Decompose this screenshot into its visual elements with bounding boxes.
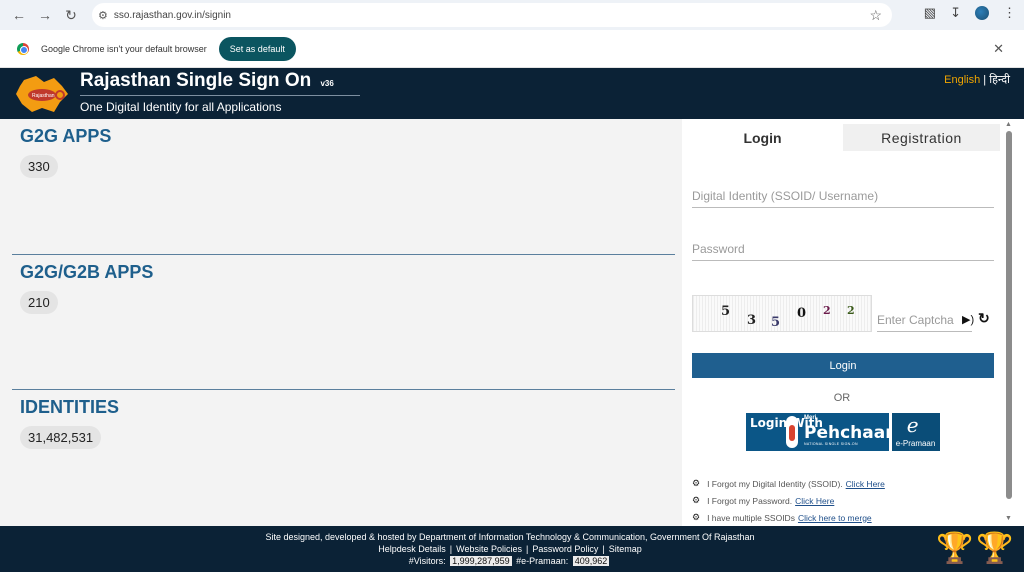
version-label: v36	[320, 79, 334, 88]
ssoid-input[interactable]	[692, 185, 994, 208]
pehchaan-subtext: NATIONAL SINGLE SIGN-ON	[804, 442, 858, 446]
password-input[interactable]	[692, 238, 994, 261]
stat-g2g-g2b-apps: G2G/G2B APPS 210	[12, 262, 675, 314]
tab-login[interactable]: Login	[682, 124, 843, 151]
epramaan-badge: e e-Pramaan	[891, 413, 940, 451]
meri-text: Meri	[804, 415, 817, 421]
stat-label: G2G/G2B APPS	[20, 262, 154, 282]
section-divider	[12, 389, 675, 390]
pehchaan-badge: Login With Meri Pehchaan NATIONAL SINGLE…	[746, 413, 897, 451]
epramaan-counter: 409,962	[572, 556, 610, 566]
gear-icon: ⚙	[692, 478, 701, 488]
gear-icon: ⚙	[692, 512, 701, 522]
sitemap-link[interactable]: Sitemap	[609, 544, 642, 554]
site-title-text: Rajasthan Single Sign On	[80, 70, 312, 91]
reload-icon[interactable]: ↻	[60, 4, 82, 26]
refresh-icon[interactable]: ↻	[978, 310, 990, 327]
trophy-icon: 🏆	[976, 532, 1014, 565]
speaker-icon[interactable]: ▶)	[962, 313, 974, 326]
help-text: I have multiple SSOIDs	[707, 512, 795, 523]
help-link-row: ⚙ I Forgot my Password. Click Here	[692, 492, 885, 509]
help-link-row: ⚙ I have multiple SSOIDs Click here to m…	[692, 509, 885, 526]
captcha-char: 0	[797, 306, 807, 321]
captcha-char: 5	[721, 304, 731, 319]
captcha-char: 3	[747, 313, 757, 328]
helpdesk-link[interactable]: Helpdesk Details	[378, 544, 446, 554]
download-icon[interactable]: ↧	[950, 5, 961, 21]
login-panel: Login Registration 5 3 5 0 2 2 ▶) ↻ Logi…	[682, 119, 1002, 526]
pehchaan-text: Pehchaan	[804, 423, 898, 443]
set-default-button[interactable]: Set as default	[218, 36, 296, 61]
login-button[interactable]: Login	[692, 353, 994, 378]
language-switcher: English | हिन्दी	[944, 72, 1010, 87]
password-policy-link[interactable]: Password Policy	[532, 544, 598, 554]
page-scrollbar[interactable]: ▲ ▼	[1002, 119, 1016, 526]
site-subtitle: One Digital Identity for all Application…	[80, 100, 282, 114]
captcha-char: 5	[771, 315, 781, 330]
site-header: Rajasthan Rajasthan Single Sign On v36 O…	[0, 68, 1024, 119]
scroll-up-icon[interactable]: ▲	[1005, 121, 1012, 128]
stats-panel: G2G APPS 330 G2G/G2B APPS 210 IDENTITIES…	[0, 119, 682, 526]
pehchaan-mark-icon	[786, 416, 798, 448]
arrow-right-icon[interactable]: →	[34, 4, 56, 26]
tab-registration[interactable]: Registration	[843, 124, 1000, 151]
chrome-logo-icon	[17, 42, 29, 55]
help-link-row: ⚙ I Forgot my Digital Identity (SSOID). …	[692, 475, 885, 492]
arrow-left-icon[interactable]: ←	[8, 4, 30, 26]
stat-g2g-apps: G2G APPS 330	[12, 126, 675, 178]
site-footer: Site designed, developed & hosted by Dep…	[0, 526, 1024, 572]
footer-credit: Site designed, developed & hosted by Dep…	[265, 532, 755, 542]
help-text: I Forgot my Password.	[707, 495, 793, 506]
section-divider	[12, 254, 675, 255]
toolbar-actions: ▧ ↧ ⋮	[924, 5, 1016, 21]
gear-icon: ⚙	[692, 495, 701, 505]
lang-separator: |	[983, 74, 987, 86]
infobar-message: Google Chrome isn't your default browser	[41, 43, 207, 54]
or-separator: OR	[833, 392, 851, 404]
lang-english-link[interactable]: English	[944, 74, 980, 86]
visitors-label: #Visitors:	[408, 556, 446, 566]
puzzle-icon[interactable]: ▧	[924, 5, 936, 21]
title-divider	[80, 95, 360, 96]
site-title: Rajasthan Single Sign On v36	[80, 70, 334, 92]
address-bar[interactable]: ⚙ sso.rajasthan.gov.in/signin ☆	[92, 3, 892, 27]
meri-pehchaan-login-button[interactable]: Login With Meri Pehchaan NATIONAL SINGLE…	[746, 413, 940, 451]
url-text: sso.rajasthan.gov.in/signin	[113, 9, 231, 21]
epramaan-e-logo-icon: e	[906, 413, 919, 437]
stat-label: G2G APPS	[20, 126, 112, 146]
star-icon[interactable]: ☆	[869, 7, 882, 24]
footer-counters: #Visitors: 1,999,287,959 #e-Pramaan: 409…	[0, 556, 1020, 566]
trophy-icon: 🏆	[936, 532, 974, 565]
visitors-counter: 1,999,287,959	[450, 556, 512, 566]
help-text: I Forgot my Digital Identity (SSOID).	[707, 478, 843, 489]
forgot-ssoid-link[interactable]: Click Here	[846, 479, 885, 489]
profile-avatar-icon[interactable]	[975, 6, 989, 20]
forgot-password-link[interactable]: Click Here	[795, 496, 834, 506]
scroll-down-icon[interactable]: ▼	[1005, 515, 1012, 522]
rajasthan-logo-icon[interactable]: Rajasthan	[14, 74, 70, 114]
svg-text:Rajasthan: Rajasthan	[32, 93, 55, 99]
captcha-input[interactable]	[877, 309, 972, 332]
close-icon[interactable]: ✕	[993, 41, 1004, 57]
browser-toolbar: ← → ↻ ⚙ sso.rajasthan.gov.in/signin ☆ ▧ …	[0, 0, 1024, 30]
default-browser-infobar: Google Chrome isn't your default browser…	[0, 30, 1024, 68]
stat-identities: IDENTITIES 31,482,531	[12, 397, 675, 449]
captcha-char: 2	[847, 304, 855, 317]
lang-hindi-link[interactable]: हिन्दी	[989, 74, 1010, 86]
website-policies-link[interactable]: Website Policies	[456, 544, 522, 554]
stat-label: IDENTITIES	[20, 397, 120, 417]
menu-dots-icon[interactable]: ⋮	[1003, 5, 1016, 21]
captcha-image: 5 3 5 0 2 2	[692, 295, 872, 332]
scroll-thumb[interactable]	[1006, 131, 1012, 499]
captcha-char: 2	[823, 304, 831, 317]
site-settings-icon[interactable]: ⚙	[98, 9, 108, 22]
stat-value-badge: 330	[20, 155, 58, 178]
footer-links: Helpdesk Details | Website Policies | Passwo…	[378, 544, 642, 554]
merge-ssoids-link[interactable]: Click here to merge	[798, 513, 872, 523]
epramaan-text: e-Pramaan	[895, 439, 936, 448]
stat-value-badge: 31,482,531	[20, 426, 102, 449]
stat-value-badge: 210	[20, 291, 58, 314]
epramaan-label: #e-Pramaan:	[516, 556, 569, 566]
help-links: ⚙ I Forgot my Digital Identity (SSOID). …	[692, 475, 885, 526]
